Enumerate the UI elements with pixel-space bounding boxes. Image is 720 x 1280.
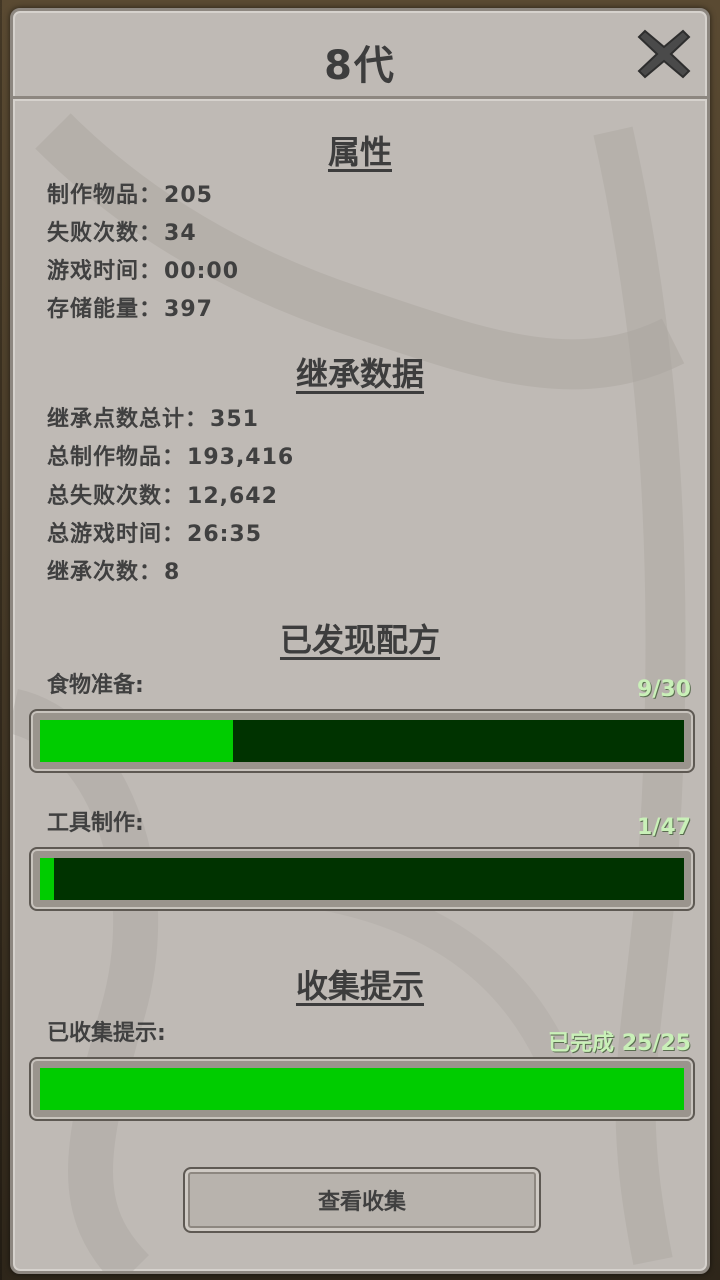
close-button[interactable] xyxy=(635,25,693,83)
stat-play-time: 游戏时间：00:00 xyxy=(47,253,239,285)
stat-stored-energy: 存储能量：397 xyxy=(47,291,213,323)
stat-total-play-time: 总游戏时间：26:35 xyxy=(47,516,262,548)
food-prep-progress-bar xyxy=(29,709,695,773)
food-prep-label: 食物准备: xyxy=(47,673,144,698)
stat-label: 继承点数总计： xyxy=(47,407,209,432)
inheritance-heading: 继承数据 xyxy=(295,355,424,393)
stat-label: 总游戏时间： xyxy=(47,522,186,547)
progress-track xyxy=(40,1068,684,1110)
progress-fill xyxy=(40,720,234,762)
tool-making-label: 工具制作: xyxy=(47,811,144,836)
stat-label: 总失败次数： xyxy=(47,484,186,509)
stat-value: 34 xyxy=(164,221,197,246)
stat-value: 8 xyxy=(164,560,181,585)
stat-failures: 失败次数：34 xyxy=(47,215,197,247)
progress-track xyxy=(40,720,684,762)
stat-value: 397 xyxy=(164,297,213,322)
stat-crafted-items: 制作物品：205 xyxy=(47,177,213,209)
view-collection-button[interactable]: 查看收集 xyxy=(183,1167,541,1233)
hints-collected-label: 已收集提示: xyxy=(47,1021,166,1046)
stat-value: 205 xyxy=(164,183,213,208)
hints-progress-bar xyxy=(29,1057,695,1121)
stat-label: 存储能量： xyxy=(47,297,163,322)
tool-making-progress-bar xyxy=(29,847,695,911)
stat-total-crafted: 总制作物品：193,416 xyxy=(47,439,294,471)
progress-fill xyxy=(40,1068,684,1110)
stats-panel: 8代 属性 制作物品：205 失败次数：34 游戏时间：00:00 存储能量：3… xyxy=(10,8,710,1274)
stat-label: 总制作物品： xyxy=(47,445,186,470)
stat-value: 00:00 xyxy=(164,259,240,284)
stat-label: 制作物品： xyxy=(47,183,163,208)
recipes-heading: 已发现配方 xyxy=(279,621,440,659)
progress-fill xyxy=(40,858,54,900)
progress-track xyxy=(40,858,684,900)
tool-making-count: 1/47 xyxy=(637,815,691,840)
stat-value: 12,642 xyxy=(187,484,278,509)
panel-header: 8代 xyxy=(13,11,707,99)
stat-value: 26:35 xyxy=(187,522,263,547)
stat-label: 继承次数： xyxy=(47,560,163,585)
stat-inherit-points: 继承点数总计：351 xyxy=(47,401,259,433)
stat-inherit-count: 继承次数：8 xyxy=(47,554,180,586)
stat-value: 193,416 xyxy=(187,445,295,470)
attributes-heading: 属性 xyxy=(327,133,392,171)
hints-collected-count: 已完成 25/25 xyxy=(548,1031,691,1056)
food-prep-count: 9/30 xyxy=(637,677,691,702)
stat-label: 游戏时间： xyxy=(47,259,163,284)
hints-heading: 收集提示 xyxy=(295,967,424,1005)
stat-value: 351 xyxy=(210,407,259,432)
page-title: 8代 xyxy=(324,43,396,89)
stat-total-failures: 总失败次数：12,642 xyxy=(47,478,278,510)
stat-label: 失败次数： xyxy=(47,221,163,246)
close-icon xyxy=(637,29,691,79)
